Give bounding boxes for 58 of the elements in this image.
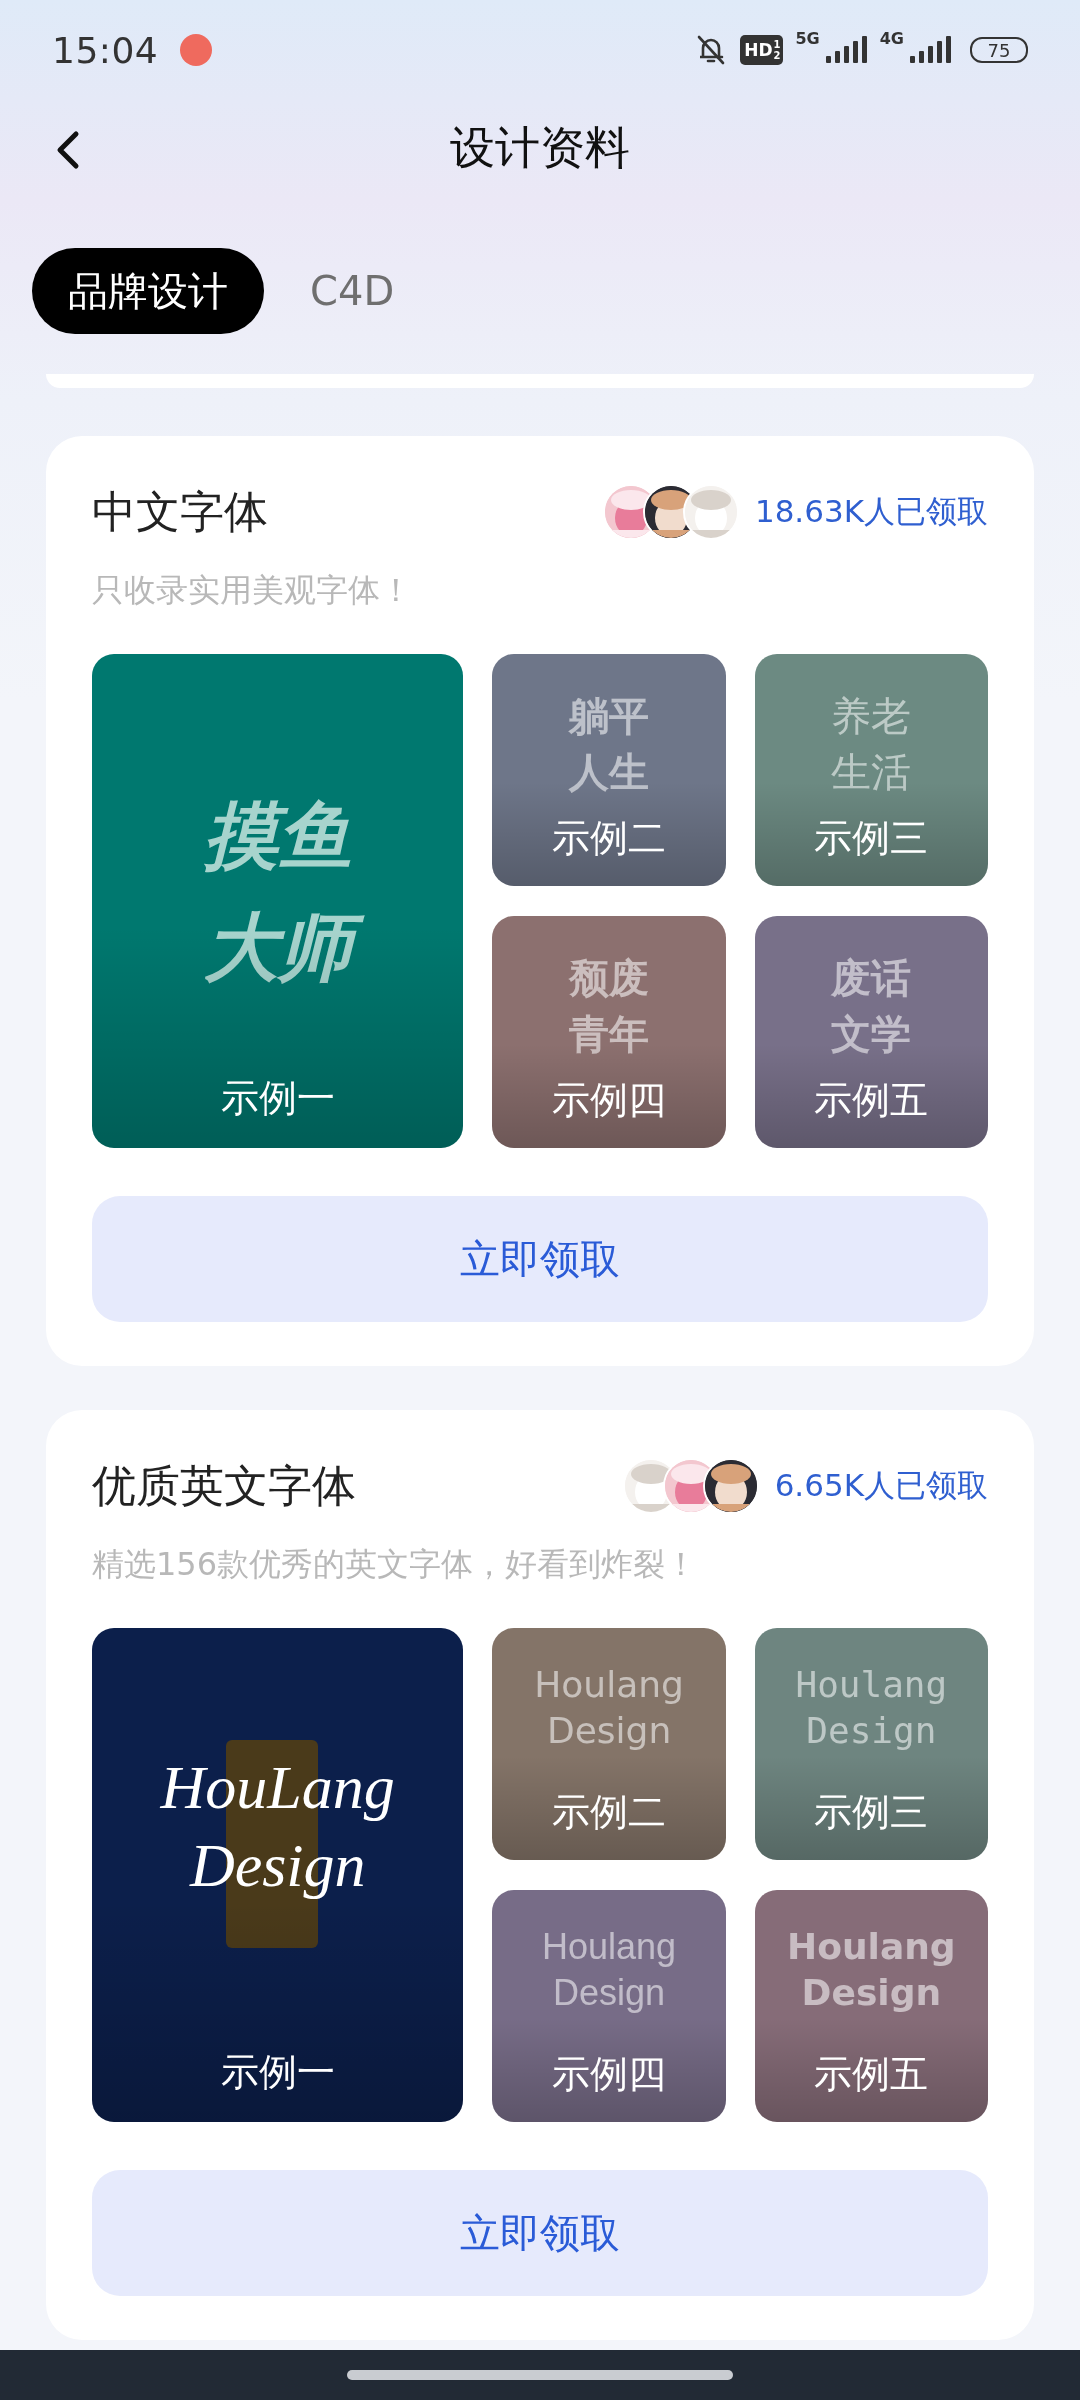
page-title: 设计资料	[450, 120, 630, 176]
sample-text: Design	[805, 1709, 938, 1753]
section-description: 只收录实用美观字体！	[92, 570, 413, 611]
claim-count: 18.63K人已领取	[754, 492, 988, 531]
section-description: 精选156款优秀的英文字体，好看到炸裂！	[92, 1544, 699, 1585]
font-sample-tile[interactable]: Houlang Design 示例五	[754, 1890, 988, 2122]
tile-label: 示例三	[814, 1789, 929, 1836]
signal-icon	[823, 36, 868, 64]
font-sample-tile[interactable]: 颓废 青年 示例四	[492, 916, 726, 1148]
font-sample-tile[interactable]: Houlang Design 示例三	[754, 1628, 988, 1860]
font-sample-tile[interactable]: 躺平 人生 示例二	[492, 654, 726, 886]
sample-text: Design	[188, 1830, 367, 1901]
font-sample-tile[interactable]: 摸鱼 大师 示例一	[92, 654, 464, 1148]
font-sample-tile[interactable]: 废话 文学 示例五	[754, 916, 988, 1148]
sample-text: Houlang	[794, 1663, 949, 1707]
sample-text: 生活	[830, 748, 913, 797]
section-title: 中文字体	[92, 484, 269, 539]
font-sample-tile[interactable]: Houlang Design 示例二	[492, 1628, 726, 1860]
sample-text: 躺平	[567, 692, 651, 741]
section-title: 优质英文字体	[92, 1458, 357, 1513]
tile-label: 示例四	[552, 1077, 667, 1124]
sample-text: 颓废	[568, 954, 651, 1003]
network-type: 5G	[795, 29, 820, 48]
tile-label: 示例二	[552, 1789, 667, 1836]
font-sample-tile[interactable]: Houlang Design 示例四	[492, 1890, 726, 2122]
claim-count: 6.65K人已领取	[774, 1466, 988, 1505]
tile-label: 示例五	[814, 1077, 929, 1124]
signal-icon	[908, 36, 952, 64]
tile-label: 示例四	[552, 2051, 667, 2098]
font-sample-tile[interactable]: 养老 生活 示例三	[754, 654, 988, 886]
sample-text: 养老	[830, 692, 913, 741]
tile-label: 示例二	[552, 815, 667, 862]
font-sample-tile[interactable]: HouLang Design 示例一	[92, 1628, 464, 2122]
app-notification-icon	[180, 34, 213, 66]
sample-text: 青年	[568, 1010, 651, 1059]
category-tab[interactable]: 品牌设计	[32, 248, 264, 334]
tile-label: 示例五	[814, 2051, 929, 2098]
sample-text: 摸鱼	[202, 791, 353, 880]
sample-text: 废话	[830, 954, 913, 1003]
sample-text: Design	[545, 1709, 673, 1753]
claim-button[interactable]: 立即领取	[92, 1196, 988, 1322]
sample-text: 大师	[188, 891, 367, 1003]
tile-label: 示例三	[814, 815, 929, 862]
category-tab[interactable]: C4D	[274, 248, 431, 334]
sample-text: Design	[552, 1971, 667, 2015]
tile-label: 示例一	[220, 1075, 335, 1122]
tile-label: 示例一	[220, 2049, 335, 2096]
sample-text: 人生	[567, 748, 651, 797]
sample-text: Design	[800, 1971, 943, 2015]
sample-text: HouLang	[159, 1752, 396, 1823]
network-type: 4G	[879, 29, 904, 48]
sample-text: Houlang	[533, 1663, 685, 1707]
sample-text: Houlang	[541, 1925, 678, 1969]
battery-level: 75	[970, 37, 1028, 63]
clock-time: 15:04	[52, 29, 159, 71]
sample-text: Houlang	[786, 1925, 957, 1969]
claim-button[interactable]: 立即领取	[92, 2170, 988, 2296]
sample-text: 文学	[830, 1010, 913, 1059]
